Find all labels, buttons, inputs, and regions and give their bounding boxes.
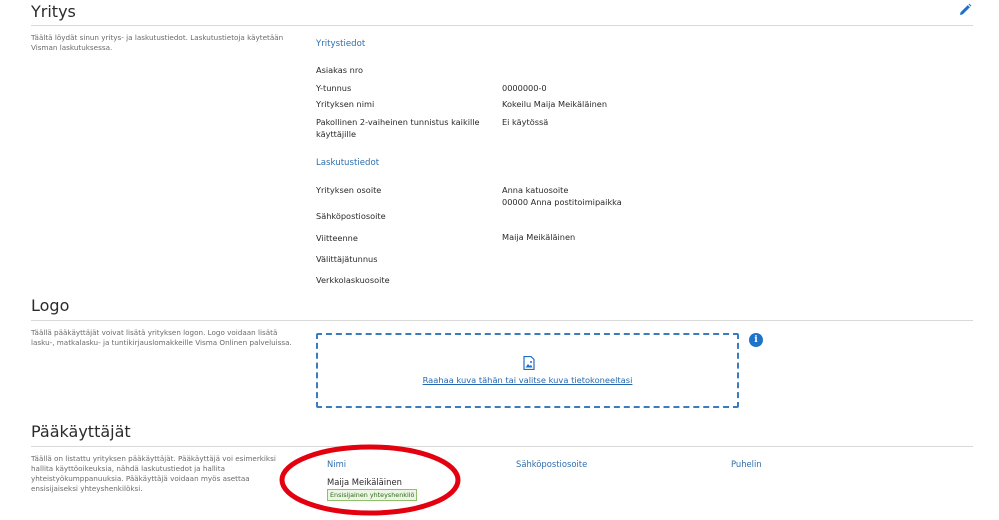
column-header-phone[interactable]: Puhelin — [731, 459, 762, 469]
reference-value: Maija Meikäläinen — [502, 232, 576, 242]
company-section-title: Yritys — [31, 2, 76, 21]
einvoice-address-label: Verkkolaskuosoite — [316, 275, 390, 285]
company-address-line2: 00000 Anna postitoimipaikka — [502, 197, 622, 207]
admins-description: Täällä on listattu yrityksen pääkäyttäjä… — [31, 454, 276, 493]
logo-description: Täällä pääkäyttäjät voivat lisätä yrityk… — [31, 328, 292, 347]
business-id-value: 0000000-0 — [502, 83, 547, 93]
admins-section-title: Pääkäyttäjät — [31, 422, 131, 441]
company-address-line1: Anna katuosoite — [502, 185, 569, 195]
email-label: Sähköpostiosoite — [316, 211, 386, 221]
operator-code-label: Välittäjätunnus — [316, 254, 378, 264]
two-factor-value: Ei käytössä — [502, 117, 549, 127]
logo-dropzone[interactable]: Raahaa kuva tähän tai valitse kuva tieto… — [316, 333, 739, 408]
billing-heading: Laskutustiedot — [316, 158, 380, 168]
admin-row-name: Maija Meikäläinen — [327, 477, 402, 487]
company-info-heading: Yritystiedot — [316, 39, 366, 49]
admins-divider — [31, 446, 973, 447]
business-id-label: Y-tunnus — [316, 83, 352, 93]
company-name-label: Yrityksen nimi — [316, 99, 375, 109]
column-header-email[interactable]: Sähköpostiosoite — [516, 459, 587, 469]
logo-section-title: Logo — [31, 296, 70, 315]
company-description: Täältä löydät sinun yritys- ja laskutust… — [31, 33, 284, 52]
company-divider — [31, 25, 973, 26]
info-icon[interactable]: i — [749, 333, 763, 347]
primary-contact-badge: Ensisijainen yhteyshenkilö — [327, 489, 418, 501]
reference-label: Viitteenne — [316, 233, 358, 243]
logo-divider — [31, 320, 973, 321]
column-header-name[interactable]: Nimi — [327, 459, 346, 469]
company-address-label: Yrityksen osoite — [316, 185, 382, 195]
pencil-icon[interactable] — [958, 3, 972, 17]
choose-image-link[interactable]: Raahaa kuva tähän tai valitse kuva tieto… — [318, 375, 737, 385]
customer-number-label: Asiakas nro — [316, 65, 364, 75]
company-name-value: Kokeilu Maija Meikäläinen — [502, 99, 608, 109]
two-factor-label: Pakollinen 2-vaiheinen tunnistus kaikill… — [316, 117, 480, 139]
image-file-icon — [523, 356, 535, 370]
